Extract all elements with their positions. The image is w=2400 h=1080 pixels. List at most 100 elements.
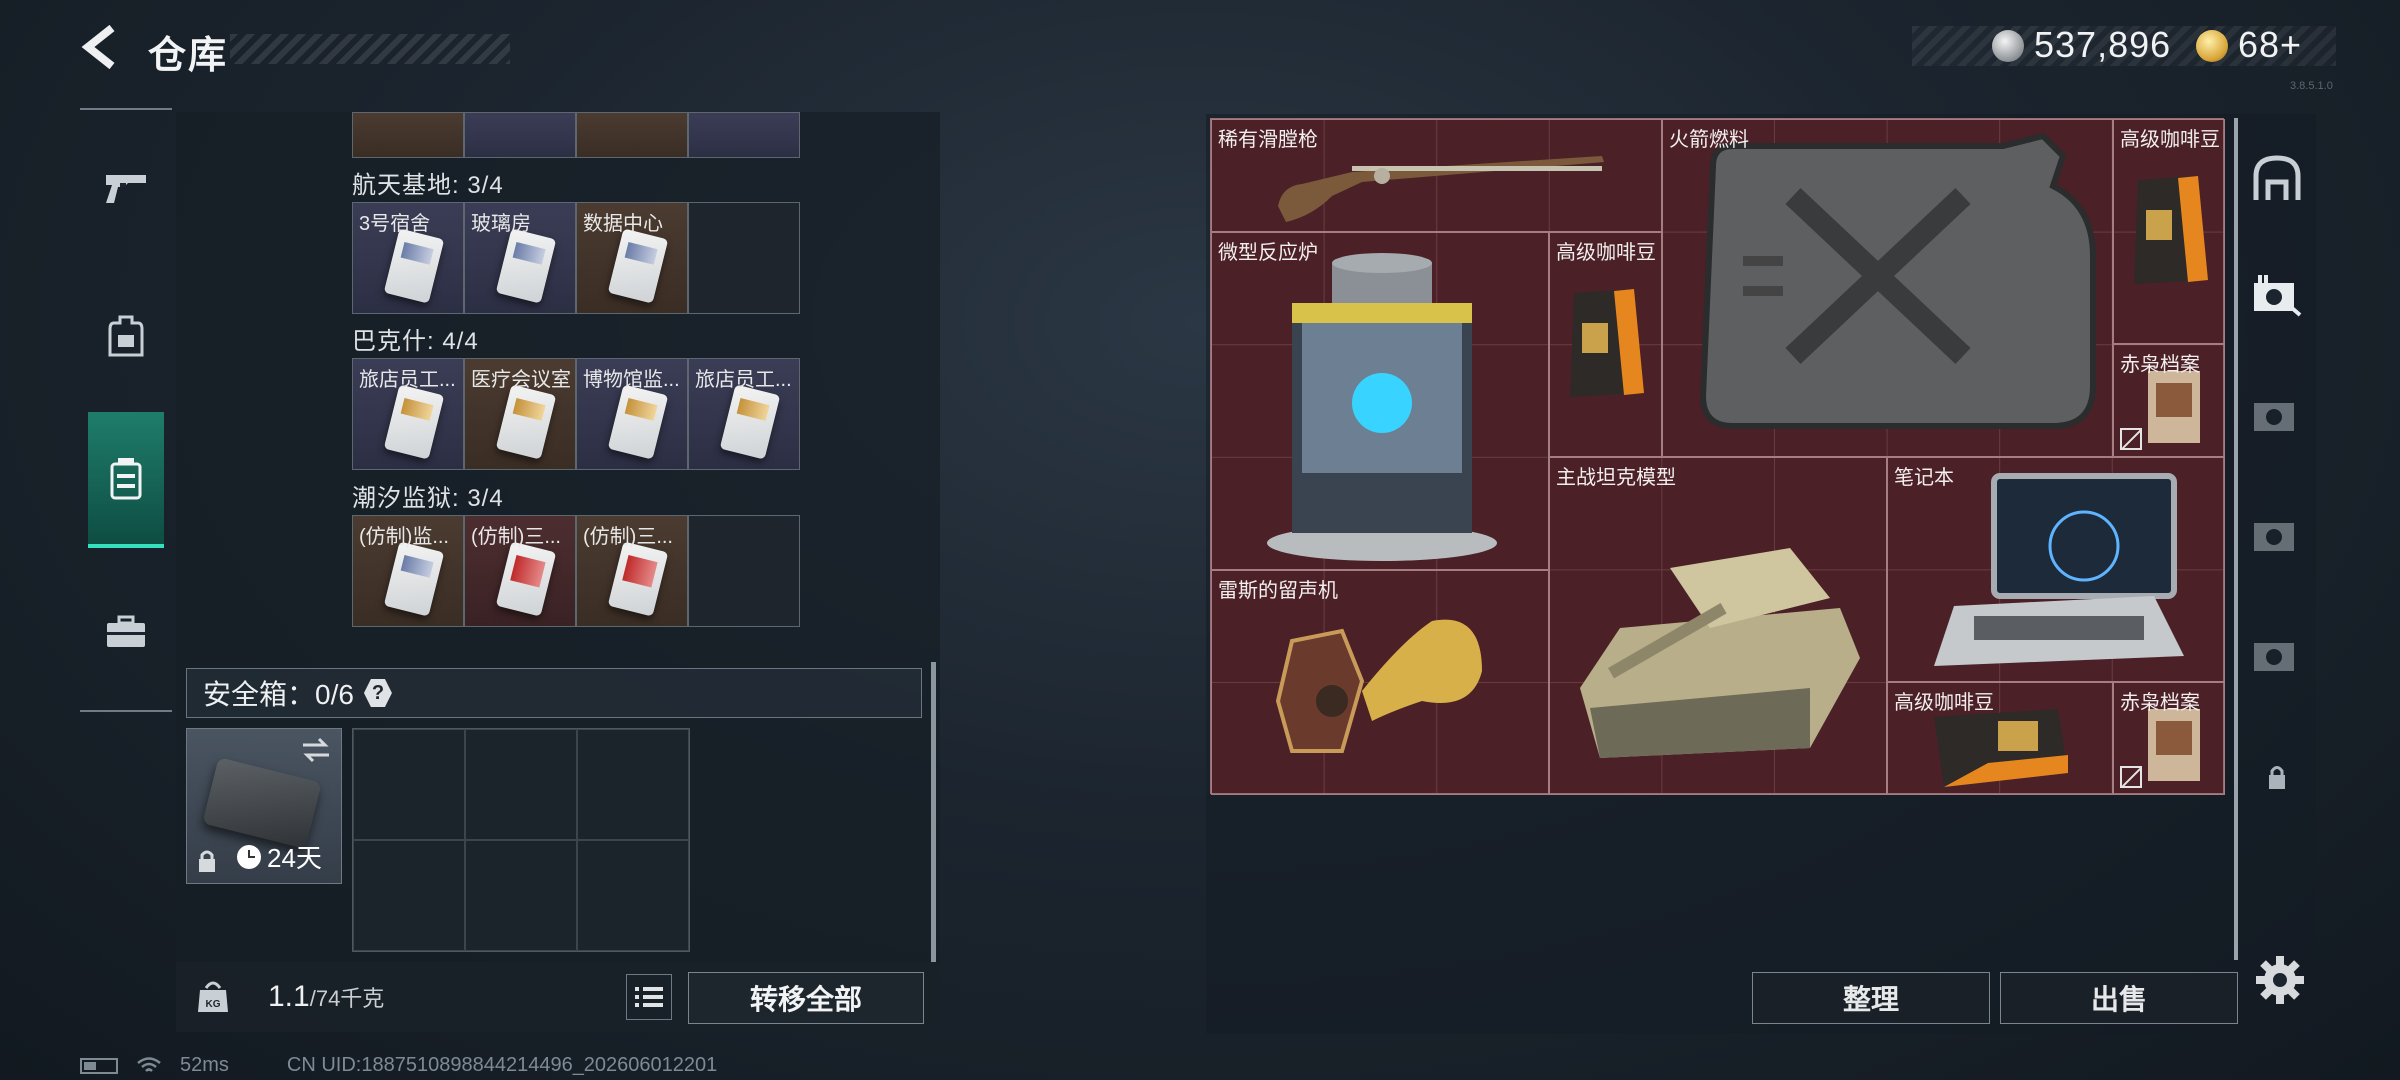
stash-tab-3[interactable] — [2248, 386, 2306, 444]
stash-scrollbar[interactable] — [2234, 118, 2238, 960]
nav-equipment[interactable] — [88, 298, 164, 374]
collection-cell-empty[interactable] — [688, 202, 800, 314]
lock-icon — [199, 850, 215, 872]
briefcase-icon — [107, 615, 145, 647]
collection-cell[interactable]: (仿制)三... — [576, 515, 688, 627]
keycard-icon — [495, 228, 557, 304]
stash-item-coffee[interactable]: 高级咖啡豆 — [1549, 232, 1662, 457]
stash-item-gramophone[interactable]: 雷斯的留声机 — [1211, 570, 1549, 795]
transfer-all-button[interactable]: 转移全部 — [688, 972, 924, 1024]
item-label: 火箭燃料 — [1669, 129, 1749, 151]
cell-label: (仿制)三... — [471, 526, 561, 548]
stash-tab-4[interactable] — [2248, 506, 2306, 564]
sell-button[interactable]: 出售 — [2000, 972, 2238, 1024]
safe-slot[interactable] — [353, 729, 465, 840]
collection-row: 旅店员工... 医疗会议室 博物馆监... 旅店员工... — [352, 358, 800, 470]
camera-stash-icon — [2254, 275, 2302, 317]
collection-cell[interactable] — [576, 112, 688, 158]
cell-label: (仿制)三... — [583, 526, 673, 548]
nav-toolbox[interactable] — [88, 594, 164, 670]
collection-cell[interactable]: 旅店员工... — [688, 358, 800, 470]
stash-tab-2[interactable] — [2248, 266, 2306, 324]
collection-cell[interactable] — [464, 112, 576, 158]
stash-item-reactor[interactable]: 微型反应炉 — [1211, 232, 1549, 570]
collection-row: (仿制)监... (仿制)三... (仿制)三... — [352, 515, 800, 627]
weight-max: /74千克 — [309, 986, 385, 1011]
musket-icon — [1278, 156, 1604, 222]
stash-tab-1[interactable] — [2248, 150, 2306, 208]
safe-slot[interactable] — [577, 729, 689, 840]
sort-button[interactable]: 整理 — [1752, 972, 1990, 1024]
safe-slot[interactable] — [465, 729, 577, 840]
gold-coin-icon — [2196, 30, 2228, 62]
list-icon — [635, 987, 663, 1007]
container-icon — [110, 458, 142, 500]
collection-cell-empty[interactable] — [688, 515, 800, 627]
swap-icon[interactable] — [301, 737, 331, 763]
dossier-icon — [2148, 709, 2200, 781]
coffee-bag-icon — [2134, 176, 2208, 284]
stash-item-coffee[interactable]: 高级咖啡豆 — [2113, 119, 2225, 344]
cell-label: 玻璃房 — [471, 213, 531, 235]
collection-cell[interactable]: (仿制)监... — [352, 515, 464, 627]
cell-label: 3号宿舍 — [359, 213, 431, 235]
cell-label: 博物馆监... — [583, 369, 680, 391]
collection-cell[interactable]: 博物馆监... — [576, 358, 688, 470]
safe-slot[interactable] — [353, 840, 465, 951]
collection-cell[interactable]: 医疗会议室 — [464, 358, 576, 470]
keycard-icon — [607, 228, 669, 304]
stash-item-laptop[interactable]: 笔记本 — [1887, 457, 2225, 682]
nav-weapon[interactable] — [88, 150, 164, 226]
stash-item-rocket-fuel[interactable]: 火箭燃料 — [1662, 119, 2113, 457]
collection-cell[interactable] — [352, 112, 464, 158]
currency-secondary[interactable]: 68+ — [2238, 24, 2302, 66]
collection-cell[interactable] — [688, 112, 800, 158]
stash-item-dossier[interactable]: 赤枭档案 — [2113, 344, 2225, 457]
cell-label: 医疗会议室 — [471, 369, 571, 391]
settings-gear-icon[interactable] — [2254, 954, 2306, 1006]
safe-slot[interactable] — [465, 840, 577, 951]
status-footer: 52ms CN UID:1887510898844214496_20260601… — [80, 1054, 717, 1077]
collection-cell[interactable]: (仿制)三... — [464, 515, 576, 627]
collection-cell[interactable]: 旅店员工... — [352, 358, 464, 470]
item-label: 高级咖啡豆 — [1894, 692, 1994, 714]
silver-coin-icon — [1992, 30, 2024, 62]
stash-item-dossier[interactable]: 赤枭档案 — [2113, 682, 2225, 795]
rail-divider-top — [80, 108, 172, 110]
nav-items[interactable] — [88, 412, 164, 548]
list-view-button[interactable] — [626, 974, 672, 1020]
item-label: 微型反应炉 — [1218, 242, 1318, 264]
collection-cell[interactable]: 数据中心 — [576, 202, 688, 314]
weight-readout: 1.1/74千克 — [268, 980, 384, 1014]
keycard-icon — [383, 541, 445, 617]
item-label: 赤枭档案 — [2120, 692, 2200, 714]
help-icon[interactable]: ? — [363, 679, 392, 707]
clock-icon — [237, 844, 261, 869]
keycard-icon — [495, 541, 557, 617]
collection-row: 3号宿舍 玻璃房 数据中心 — [352, 202, 800, 314]
safe-box-duration: 24天 — [237, 838, 322, 875]
camera-stash-icon — [2254, 403, 2294, 431]
svg-text:KG: KG — [206, 999, 221, 1010]
collection-cell[interactable]: 3号宿舍 — [352, 202, 464, 314]
item-label: 主战坦克模型 — [1556, 467, 1676, 489]
stash-tab-locked[interactable] — [2248, 748, 2306, 806]
stash-item-tank-model[interactable]: 主战坦克模型 — [1549, 457, 1887, 795]
currency-primary[interactable]: 537,896 — [2034, 24, 2171, 66]
cell-label: 旅店员工... — [695, 369, 792, 391]
dossier-icon — [2148, 371, 2200, 443]
keycard-icon — [383, 384, 445, 460]
safe-slot[interactable] — [577, 840, 689, 951]
stash-grid: 稀有滑膛枪 火箭燃料 高级咖啡豆 微型反应炉 高级咖啡豆 赤枭档案 主战坦克模型… — [1210, 118, 2225, 795]
no-drop-icon — [2120, 766, 2142, 788]
stash-tab-5[interactable] — [2248, 626, 2306, 684]
cell-label: 旅店员工... — [359, 369, 456, 391]
safe-box-item[interactable]: 24天 — [186, 728, 342, 884]
collection-scrollbar[interactable] — [931, 662, 936, 962]
stash-item-coffee[interactable]: 高级咖啡豆 — [1887, 682, 2113, 795]
stash-item-musket[interactable]: 稀有滑膛枪 — [1211, 119, 1662, 232]
keycard-icon — [607, 384, 669, 460]
back-arrow-icon[interactable] — [78, 24, 124, 70]
keycard-icon — [383, 228, 445, 304]
collection-cell[interactable]: 玻璃房 — [464, 202, 576, 314]
